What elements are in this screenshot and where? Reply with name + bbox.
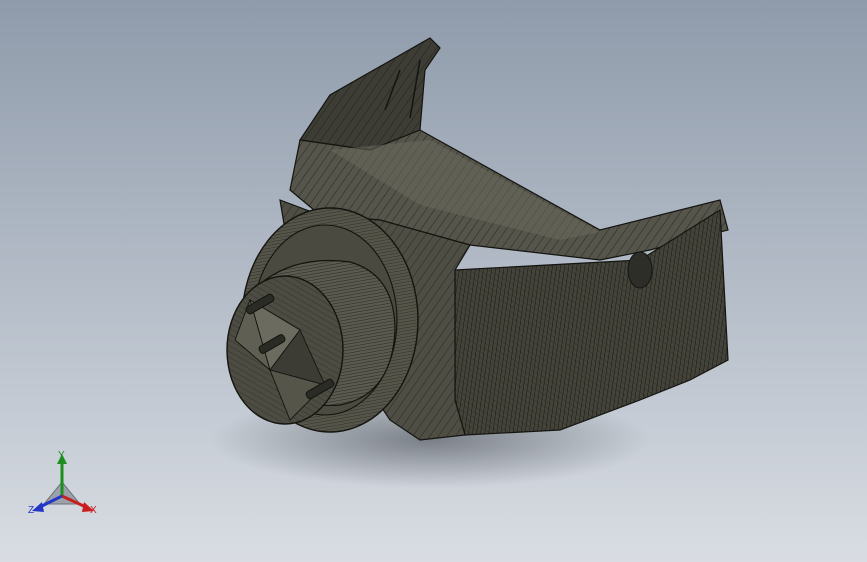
graphics-viewport[interactable]: Y X Z [0, 0, 867, 562]
z-axis-label: Z [28, 505, 35, 516]
hub-end-face[interactable] [226, 275, 344, 425]
y-axis-label: Y [58, 450, 65, 461]
coordinate-triad-icon: Y X Z [24, 446, 108, 526]
x-axis-label: X [90, 505, 97, 516]
cad-model-view[interactable] [0, 0, 867, 562]
